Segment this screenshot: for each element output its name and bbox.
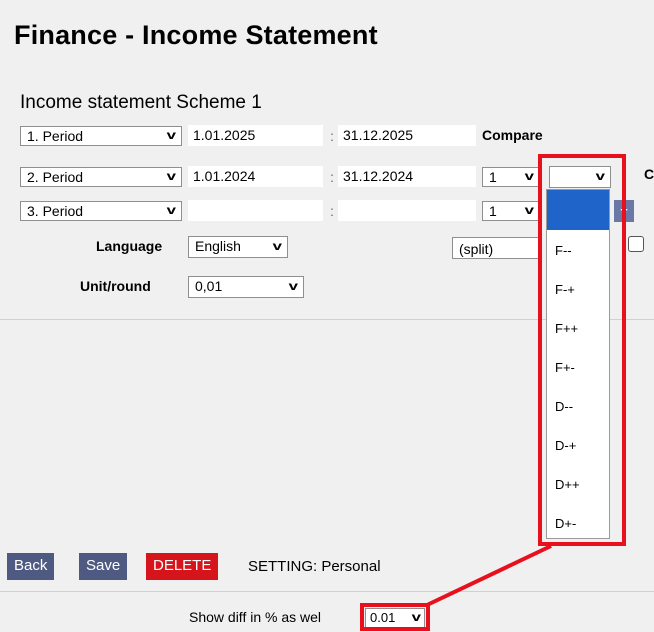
connector-line (426, 544, 552, 607)
annotation-connector (426, 544, 552, 607)
